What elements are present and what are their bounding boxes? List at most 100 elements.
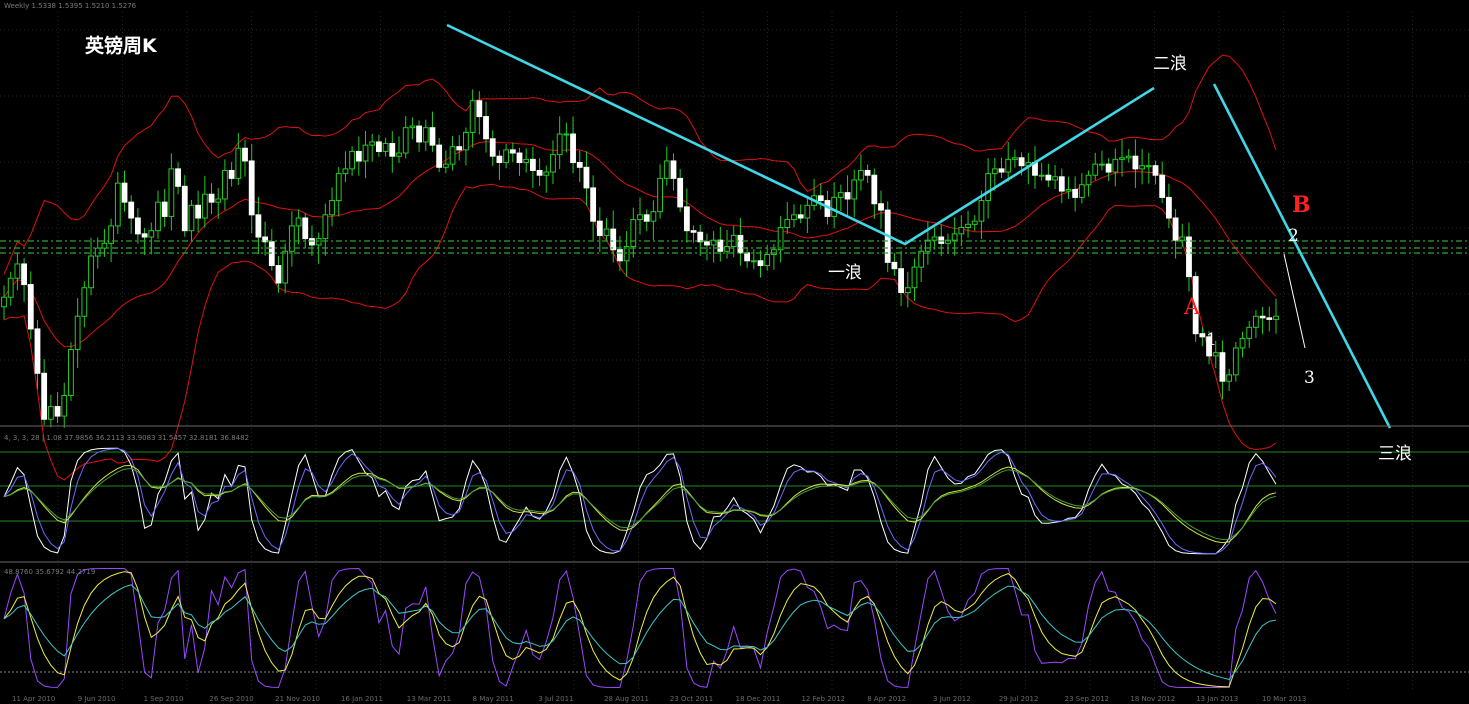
candle-body (68, 349, 74, 396)
candle-body (161, 201, 168, 217)
x-tick-label: 18 Nov 2012 (1130, 695, 1175, 703)
candle-body (797, 214, 804, 219)
candle-body (41, 372, 48, 420)
candle-body (817, 195, 824, 202)
candle-body (596, 220, 603, 236)
candle-body (1186, 236, 1192, 278)
candle-body (509, 149, 516, 154)
candle-body (844, 192, 851, 200)
candle-body (195, 204, 202, 219)
candle-body (1212, 352, 1219, 357)
x-tick-label: 23 Sep 2012 (1065, 695, 1109, 703)
candle-body (302, 217, 309, 240)
candle-body (121, 182, 128, 203)
candle-body (918, 250, 925, 268)
candle-body (148, 230, 155, 238)
candle-body (222, 169, 228, 200)
wave3-label: 三浪 (1378, 444, 1412, 464)
candle-body (168, 168, 175, 217)
candle-body (1266, 317, 1273, 320)
candle-body (215, 198, 222, 203)
wave-a-label: A (1183, 295, 1201, 320)
candle-body (583, 166, 590, 189)
candle-body (971, 220, 978, 225)
candle-body (683, 206, 690, 232)
candle-body (1099, 163, 1105, 166)
rsi-mid-line (3, 571, 1277, 688)
candle-body (864, 169, 871, 176)
x-tick-label: 13 Mar 2011 (407, 695, 451, 703)
candle-body (128, 201, 135, 219)
sub-wave-2-label: 2 (1288, 226, 1299, 246)
candle-body (690, 230, 697, 233)
candle-body (851, 179, 858, 200)
candle-body (523, 158, 530, 164)
candle-body (804, 204, 811, 219)
candle-body (1119, 157, 1125, 160)
candle-body (134, 217, 141, 235)
wave-trendlines[interactable] (446, 23, 1392, 429)
x-tick-label: 8 May 2011 (473, 695, 514, 703)
candle-body (329, 200, 335, 216)
candle-body (88, 255, 94, 289)
x-tick-label: 29 Jul 2012 (999, 695, 1039, 703)
candle-body (550, 154, 556, 173)
candle-body (1132, 155, 1139, 170)
candle-body (396, 152, 402, 157)
candle-body (248, 160, 255, 216)
candle-body (355, 150, 362, 162)
candle-body (777, 227, 784, 251)
candle-body (362, 144, 369, 162)
candle-body (141, 233, 148, 238)
candle-body (791, 214, 797, 221)
candle-body (309, 238, 315, 246)
candle-body (1125, 155, 1132, 159)
candle-body (268, 241, 275, 267)
candle-body (335, 173, 342, 202)
x-tick-label: 3 Jun 2012 (933, 695, 971, 703)
candle-body (1172, 217, 1179, 241)
candle-body (1259, 315, 1266, 319)
candle-body (456, 146, 463, 151)
candle-body (931, 236, 938, 241)
candle-body (1179, 236, 1186, 241)
forex-chart[interactable]: Weekly 1.5338 1.5395 1.5210 1.5276 4, 3,… (0, 0, 1469, 704)
candle-body (1012, 157, 1018, 160)
candle-body (677, 177, 684, 208)
candle-body (1, 296, 7, 308)
candle-body (590, 187, 597, 222)
candle-body (1152, 165, 1159, 176)
x-tick-label: 28 Aug 2011 (604, 695, 649, 703)
candle-body (469, 100, 476, 133)
candle-body (1226, 374, 1233, 382)
bollinger-bands (3, 54, 1277, 481)
candle-body (1072, 188, 1079, 198)
x-tick-label: 11 Apr 2010 (12, 695, 55, 703)
candle-body (858, 169, 864, 181)
x-tick-label: 21 Nov 2010 (275, 695, 320, 703)
candle-body (61, 394, 68, 417)
candle-body (436, 144, 443, 168)
candle-body (998, 168, 1005, 173)
candle-body (764, 253, 771, 267)
candle-body (315, 238, 322, 246)
candle-body (770, 249, 777, 255)
candle-body (750, 260, 757, 263)
candle-body (1239, 337, 1246, 349)
wave-b-label: B (1292, 192, 1311, 218)
candle-body (1246, 326, 1253, 339)
candle-body (891, 261, 898, 270)
candle-body (1038, 174, 1045, 177)
candle-body (322, 214, 329, 240)
candle-body (576, 162, 583, 168)
candle-body (904, 287, 911, 293)
candle-body (1092, 163, 1099, 176)
candle-body (282, 250, 289, 284)
boll-mid (3, 141, 1277, 348)
candle-body (242, 147, 248, 162)
chart-grid (0, 12, 1469, 690)
chart-title: 英镑周K (85, 34, 158, 57)
candle-body (382, 143, 389, 152)
candle-body (617, 249, 623, 262)
candle-body (516, 152, 523, 164)
